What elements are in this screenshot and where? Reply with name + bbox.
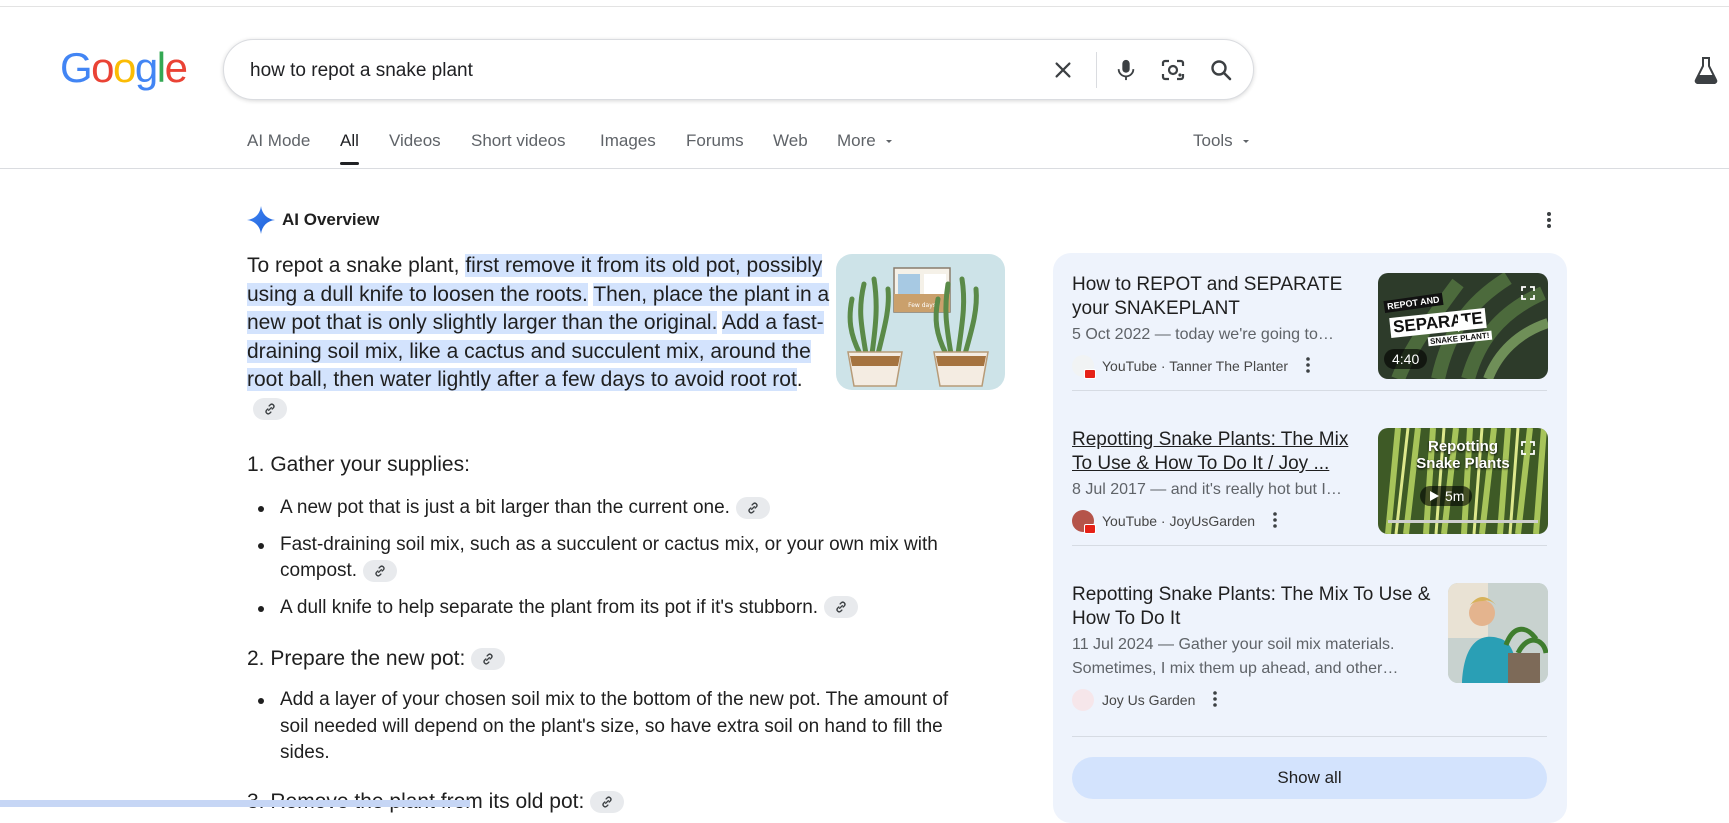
list-item: Add a layer of your chosen soil mix to t… bbox=[258, 687, 980, 767]
labs-flask-icon[interactable] bbox=[1693, 56, 1719, 89]
video-thumbnail[interactable]: Repotting Snake Plants 5m bbox=[1378, 428, 1548, 534]
citation-link-icon[interactable] bbox=[590, 791, 625, 814]
logo-letter: g bbox=[134, 44, 158, 91]
expand-icon[interactable] bbox=[1520, 285, 1536, 306]
video-thumbnail[interactable]: REPOT AND SEPARATE SNAKE PLANT! 4:40 bbox=[1378, 273, 1548, 379]
more-options-icon[interactable] bbox=[1273, 511, 1277, 531]
section-bullets: A new pot that is just a bit larger than… bbox=[258, 495, 1000, 622]
tab-short-videos[interactable]: Short videos bbox=[471, 131, 566, 151]
summary-text: To repot a snake plant, bbox=[247, 254, 466, 277]
more-options-icon[interactable] bbox=[1546, 210, 1552, 235]
scroll-indicator bbox=[0, 800, 470, 807]
logo-letter: G bbox=[60, 44, 93, 91]
ai-overview-title: AI Overview bbox=[282, 210, 380, 229]
tab-more[interactable]: More bbox=[837, 131, 895, 151]
youtube-icon bbox=[1084, 369, 1096, 379]
source-attribution: YouTube · Tanner The Planter bbox=[1072, 355, 1352, 379]
search-bar bbox=[223, 39, 1254, 100]
tab-videos[interactable]: Videos bbox=[389, 131, 441, 151]
article-thumbnail[interactable] bbox=[1448, 583, 1548, 683]
divider bbox=[1072, 736, 1547, 737]
top-divider bbox=[0, 6, 1729, 7]
citation-link-icon[interactable] bbox=[253, 398, 287, 421]
chevron-down-icon bbox=[1243, 140, 1250, 143]
play-icon bbox=[1430, 491, 1439, 501]
sources-panel: How to REPOT and SEPARATE your SNAKEPLAN… bbox=[1053, 253, 1567, 823]
citation-link-icon[interactable] bbox=[471, 648, 506, 671]
source-title[interactable]: How to REPOT and SEPARATE your SNAKEPLAN… bbox=[1072, 273, 1352, 321]
show-all-button[interactable]: Show all bbox=[1072, 757, 1547, 799]
divider bbox=[1072, 545, 1547, 546]
search-input[interactable] bbox=[248, 56, 1012, 86]
microphone-icon[interactable] bbox=[1112, 56, 1140, 84]
summary-text: . bbox=[796, 368, 803, 392]
list-item: A dull knife to help separate the plant … bbox=[258, 595, 1000, 622]
citation-link-icon[interactable] bbox=[363, 559, 398, 582]
channel-avatar-icon bbox=[1072, 355, 1096, 379]
tab-images[interactable]: Images bbox=[600, 131, 656, 151]
clear-icon[interactable] bbox=[1049, 56, 1077, 84]
section-bullets: Add a layer of your chosen soil mix to t… bbox=[258, 687, 980, 767]
overview-image-caption: Few days bbox=[908, 302, 936, 309]
video-duration: 5m bbox=[1420, 486, 1473, 506]
camera-lens-icon[interactable] bbox=[1159, 56, 1187, 84]
chevron-down-icon bbox=[886, 140, 893, 143]
logo-letter: o bbox=[113, 44, 136, 91]
source-title[interactable]: Repotting Snake Plants: The Mix To Use &… bbox=[1072, 583, 1442, 631]
video-duration: 4:40 bbox=[1384, 349, 1428, 369]
search-divider bbox=[1096, 52, 1097, 88]
logo-letter: e bbox=[164, 44, 188, 91]
list-item: A new pot that is just a bit larger than… bbox=[258, 495, 1000, 522]
search-icon[interactable] bbox=[1207, 56, 1235, 84]
logo-letter: o bbox=[91, 44, 114, 91]
tab-web[interactable]: Web bbox=[773, 131, 808, 151]
source-card[interactable]: How to REPOT and SEPARATE your SNAKEPLAN… bbox=[1072, 273, 1548, 379]
source-attribution: YouTube · JoyUsGarden bbox=[1072, 510, 1358, 534]
section-title: 1. Gather your supplies: bbox=[247, 453, 470, 476]
expand-icon[interactable] bbox=[1520, 440, 1536, 461]
youtube-icon bbox=[1084, 524, 1096, 534]
tools-button[interactable]: Tools bbox=[1193, 131, 1252, 151]
sparkle-icon bbox=[247, 206, 275, 234]
list-item: Fast-draining soil mix, such as a succul… bbox=[258, 532, 960, 585]
tab-forums[interactable]: Forums bbox=[686, 131, 744, 151]
ai-overview-header: AI Overview bbox=[246, 205, 379, 235]
overview-image[interactable]: Few days bbox=[836, 254, 1005, 390]
source-card[interactable]: Repotting Snake Plants: The Mix To Use &… bbox=[1072, 583, 1548, 711]
source-snippet: 5 Oct 2022 — today we're going to… bbox=[1072, 326, 1334, 343]
tabs-divider bbox=[0, 168, 1729, 169]
google-logo[interactable]: Google bbox=[60, 44, 188, 92]
source-card[interactable]: Repotting Snake Plants: The Mix To Use &… bbox=[1072, 428, 1548, 534]
play-icon bbox=[1452, 313, 1474, 340]
more-options-icon[interactable] bbox=[1213, 690, 1218, 710]
source-attribution: Joy Us Garden bbox=[1072, 689, 1442, 711]
citation-link-icon[interactable] bbox=[824, 596, 859, 619]
divider bbox=[1072, 390, 1547, 391]
source-snippet: 11 Jul 2024 — Gather your soil mix mater… bbox=[1072, 636, 1399, 677]
tab-ai-mode[interactable]: AI Mode bbox=[247, 131, 310, 151]
section-title: 2. Prepare the new pot: bbox=[247, 647, 506, 671]
citation-link-icon[interactable] bbox=[735, 496, 770, 519]
source-title[interactable]: Repotting Snake Plants: The Mix To Use &… bbox=[1072, 428, 1358, 476]
channel-avatar-icon bbox=[1072, 510, 1096, 534]
more-options-icon[interactable] bbox=[1306, 356, 1310, 376]
source-snippet: 8 Jul 2017 — and it's really hot but I… bbox=[1072, 481, 1342, 498]
logo-letter: l bbox=[156, 44, 166, 91]
ai-overview-summary: To repot a snake plant, first remove it … bbox=[247, 252, 837, 424]
tab-all[interactable]: All bbox=[340, 131, 359, 165]
site-favicon-icon bbox=[1072, 689, 1094, 711]
